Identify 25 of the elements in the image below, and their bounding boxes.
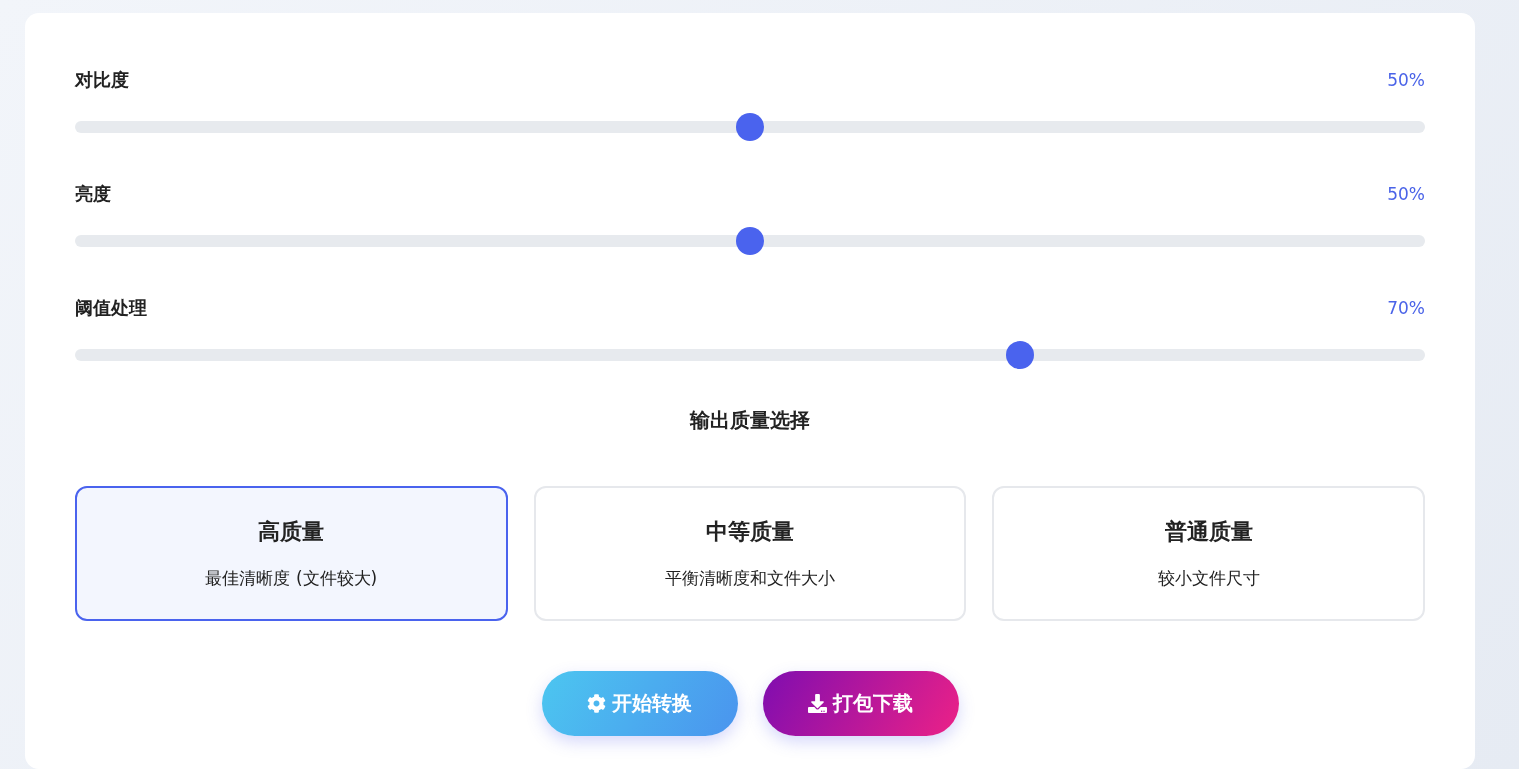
slider-label: 对比度 xyxy=(75,68,129,92)
slider[interactable] xyxy=(75,227,1425,255)
option-description: 最佳清晰度 (文件较大) xyxy=(205,567,378,590)
quality-option[interactable]: 普通质量 较小文件尺寸 xyxy=(992,486,1425,621)
slider-thumb[interactable] xyxy=(736,227,764,255)
option-title: 普通质量 xyxy=(1164,518,1253,546)
slider-value: 50% xyxy=(1387,70,1425,90)
gear-icon xyxy=(587,694,606,713)
slider-thumb[interactable] xyxy=(1006,341,1034,369)
quality-option[interactable]: 中等质量 平衡清晰度和文件大小 xyxy=(533,486,967,621)
slider[interactable] xyxy=(75,341,1425,369)
option-description: 平衡清晰度和文件大小 xyxy=(665,567,835,590)
slider[interactable] xyxy=(75,113,1425,141)
option-title: 中等质量 xyxy=(706,518,794,546)
slider-label: 阈值处理 xyxy=(75,296,147,320)
slider-value: 70% xyxy=(1387,298,1425,318)
slider-value: 50% xyxy=(1387,184,1425,204)
option-title: 高质量 xyxy=(258,518,325,546)
download-icon xyxy=(808,694,827,713)
option-description: 较小文件尺寸 xyxy=(1157,567,1260,590)
section-title: 输出质量选择 xyxy=(688,407,811,434)
download-button[interactable]: 打包下载 xyxy=(762,671,959,736)
slider-label: 亮度 xyxy=(75,182,111,206)
slider-thumb[interactable] xyxy=(736,113,764,141)
quality-option[interactable]: 高质量 最佳清晰度 (文件较大) xyxy=(75,486,508,621)
